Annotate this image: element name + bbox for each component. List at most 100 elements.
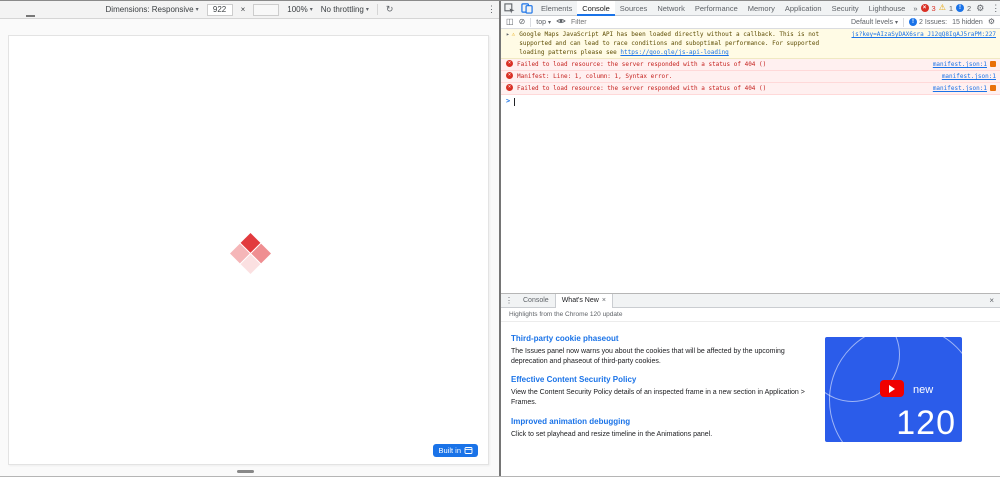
dimensions-select[interactable]: Dimensions: Responsive ▾ xyxy=(106,5,199,14)
throttling-value: No throttling xyxy=(320,5,364,14)
devtools-pane: Elements Console Sources Network Perform… xyxy=(501,1,1000,476)
youtube-play-icon xyxy=(880,380,904,397)
device-emulation-pane: Dimensions: Responsive ▾ × 100% ▾ No thr… xyxy=(0,1,499,476)
throttling-select[interactable]: No throttling ▾ xyxy=(321,5,369,14)
close-drawer-icon[interactable]: × xyxy=(983,296,1000,305)
request-error-indicator-icon[interactable] xyxy=(990,61,996,67)
promo-version-text: 120 xyxy=(896,404,956,442)
issues-counter-label: 2 Issues: xyxy=(919,18,948,26)
issues-badge-icon: ! xyxy=(909,18,918,26)
dimensions-label: Dimensions: Responsive xyxy=(105,5,194,14)
console-message-warning[interactable]: ▸ ⚠ Google Maps JavaScript API has been … xyxy=(501,29,1000,59)
device-toolbar-menu-icon[interactable]: ⋮ xyxy=(487,4,496,15)
built-in-badge[interactable]: Built in xyxy=(433,444,478,457)
tab-network[interactable]: Network xyxy=(652,1,690,16)
clear-console-icon[interactable]: ⊘ xyxy=(519,17,526,27)
drawer-tab-console[interactable]: Console xyxy=(517,294,555,308)
drawer-tab-whats-new[interactable]: What's New × xyxy=(554,293,613,308)
log-levels-select[interactable]: Default levels ▾ xyxy=(851,19,898,26)
promo-new-text: new xyxy=(913,384,934,396)
tab-security[interactable]: Security xyxy=(827,1,864,16)
issues-counter-button[interactable]: ! 2 Issues: xyxy=(909,18,947,26)
console-toolbar: ◫ ⊘ top ▾ Default levels ▾ ! 2 Issue xyxy=(501,16,1000,29)
drawer-tab-label: Console xyxy=(523,297,549,304)
error-badge-icon[interactable]: × xyxy=(920,4,929,12)
message-text: Failed to load resource: the server resp… xyxy=(517,61,767,68)
log-levels-value: Default levels xyxy=(851,18,894,26)
zoom-select[interactable]: 100% ▾ xyxy=(287,5,312,14)
message-icons: × xyxy=(506,84,513,91)
section-title-link[interactable]: Effective Content Security Policy xyxy=(511,375,811,384)
inline-doc-link[interactable]: https://goo.gle/js-api-loading xyxy=(620,49,728,56)
error-icon: × xyxy=(506,84,513,91)
tab-performance[interactable]: Performance xyxy=(690,1,743,16)
hidden-messages-label[interactable]: 15 hidden xyxy=(952,19,983,26)
message-source-link[interactable]: manifest.json:1 xyxy=(933,84,987,93)
error-icon: × xyxy=(506,72,513,79)
devtools-menu-icon[interactable]: ⋮ xyxy=(989,3,1000,14)
section-title-link[interactable]: Third-party cookie phaseout xyxy=(511,334,811,343)
chrome-120-promo-image[interactable]: new 120 xyxy=(825,337,962,442)
whats-new-section: Improved animation debugging Click to se… xyxy=(511,417,811,440)
request-error-indicator-icon[interactable] xyxy=(990,85,996,91)
message-source-link[interactable]: manifest.json:1 xyxy=(942,72,996,81)
message-text: Manifest: Line: 1, column: 1, Syntax err… xyxy=(517,73,673,80)
live-expression-eye-icon[interactable] xyxy=(556,17,566,28)
section-title-link[interactable]: Improved animation debugging xyxy=(511,417,811,426)
rotate-icon[interactable]: ↻ xyxy=(386,4,394,15)
tab-application[interactable]: Application xyxy=(780,1,827,16)
tab-console[interactable]: Console xyxy=(577,1,615,16)
error-icon: × xyxy=(506,60,513,67)
viewport-width-input[interactable] xyxy=(206,3,233,16)
chevron-down-icon: ▾ xyxy=(365,7,369,13)
whats-new-section: Effective Content Security Policy View t… xyxy=(511,375,811,408)
devtools-drawer: ⋮ Console What's New × × Highlights from… xyxy=(501,293,1000,476)
horizontal-scrollbar-thumb[interactable] xyxy=(237,470,254,473)
whats-new-section: Third-party cookie phaseout The Issues p… xyxy=(511,334,811,367)
built-in-label: Built in xyxy=(438,446,461,455)
tab-elements[interactable]: Elements xyxy=(536,1,577,16)
issue-count[interactable]: 2 xyxy=(967,4,971,13)
message-source-link[interactable]: manifest.json:1 xyxy=(933,60,987,69)
drawer-menu-icon[interactable]: ⋮ xyxy=(501,296,517,305)
console-settings-gear-icon[interactable]: ⚙ xyxy=(988,17,995,27)
section-body: The Issues panel now warns you about the… xyxy=(511,348,785,366)
tab-lighthouse[interactable]: Lighthouse xyxy=(864,1,911,16)
whats-new-header: Highlights from the Chrome 120 update xyxy=(501,308,1000,322)
loading-diamond-logo xyxy=(229,232,272,275)
toolbar-separator xyxy=(530,17,532,27)
frame-context-select[interactable]: top ▾ xyxy=(536,19,551,26)
console-message-error[interactable]: × Failed to load resource: the server re… xyxy=(501,59,1000,71)
chevron-down-icon: ▾ xyxy=(895,19,899,26)
console-sidebar-toggle-icon[interactable]: ◫ xyxy=(506,17,514,27)
console-log: ▸ ⚠ Google Maps JavaScript API has been … xyxy=(501,29,1000,108)
settings-gear-icon[interactable]: ⚙ xyxy=(974,3,986,14)
message-text: Failed to load resource: the server resp… xyxy=(517,85,767,92)
console-message-error[interactable]: × Manifest: Line: 1, column: 1, Syntax e… xyxy=(501,71,1000,83)
page-viewport[interactable]: Built in xyxy=(8,35,489,465)
close-tab-icon[interactable]: × xyxy=(602,297,606,304)
drawer-tabbar: ⋮ Console What's New × × xyxy=(501,293,1000,308)
section-body: Click to set playhead and resize timelin… xyxy=(511,430,713,438)
dimensions-multiply-sign: × xyxy=(240,5,246,14)
issues-badge-icon[interactable]: ! xyxy=(956,4,965,12)
expand-triangle-icon[interactable]: ▸ xyxy=(506,30,510,39)
window-icon xyxy=(464,447,473,454)
console-filter-input[interactable] xyxy=(571,18,846,26)
warning-count[interactable]: 1 xyxy=(949,4,953,13)
console-prompt[interactable]: > xyxy=(501,95,1000,108)
console-message-error[interactable]: × Failed to load resource: the server re… xyxy=(501,83,1000,95)
warning-badge-icon[interactable]: ⚠ xyxy=(939,4,946,12)
emulation-canvas: Built in xyxy=(0,19,499,476)
error-count[interactable]: 3 xyxy=(932,4,936,13)
message-source-link[interactable]: js?key=AIzaSyDAX6sra_J12qQ8IgAJ5raPM:227 xyxy=(852,30,997,39)
tab-sources[interactable]: Sources xyxy=(615,1,653,16)
tab-memory[interactable]: Memory xyxy=(743,1,780,16)
whats-new-content: Third-party cookie phaseout The Issues p… xyxy=(501,322,1000,444)
viewport-height-input[interactable] xyxy=(253,3,280,16)
inspect-element-icon[interactable] xyxy=(501,2,518,14)
chevron-down-icon: ▾ xyxy=(548,19,552,26)
warning-icon: ⚠ xyxy=(511,31,516,38)
device-toolbar-toggle-icon[interactable] xyxy=(518,2,536,14)
more-tabs-icon[interactable]: » xyxy=(910,4,920,13)
